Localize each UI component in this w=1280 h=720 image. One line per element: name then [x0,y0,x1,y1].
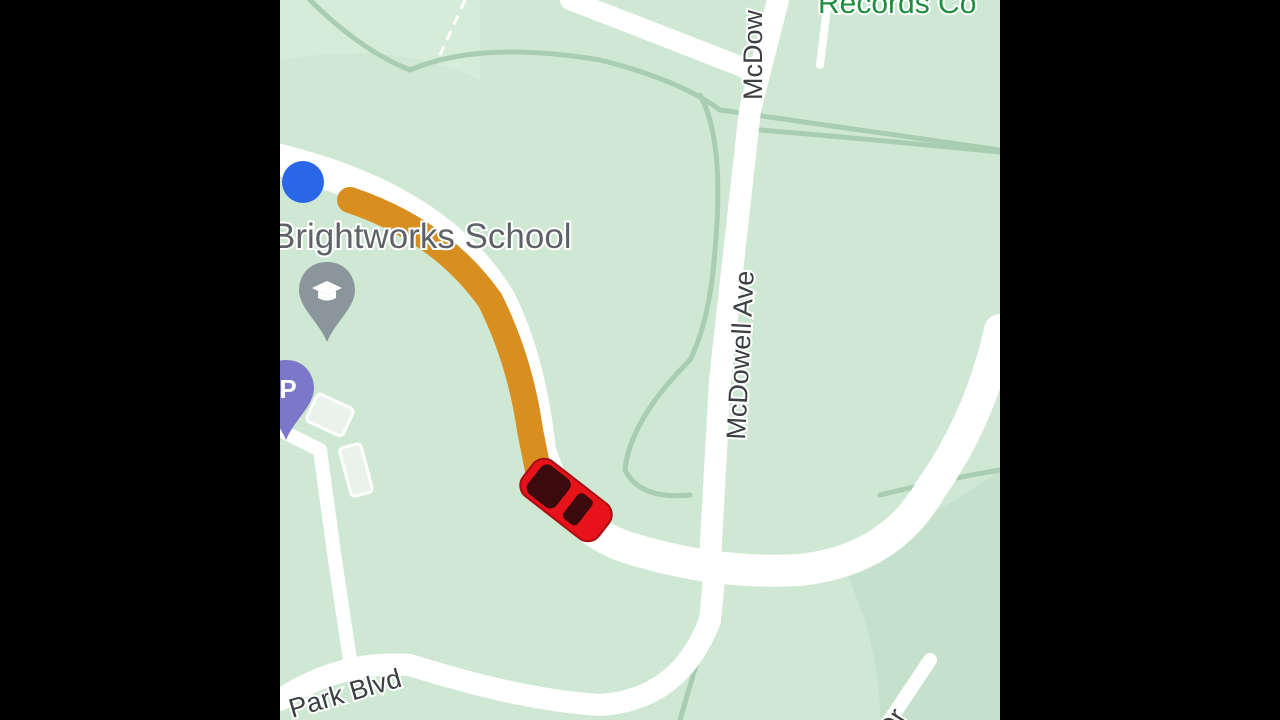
map-view[interactable]: P Brightworks School Records Co McDow Mc… [280,0,1000,720]
svg-text:P: P [280,374,297,404]
place-label-records[interactable]: Records Co [816,0,978,22]
place-label-school[interactable]: Brightworks School [280,215,574,258]
location-dot-icon[interactable] [282,161,324,203]
video-frame: P Brightworks School Records Co McDow Mc… [0,0,1280,720]
road-label-mcdowell-top: McDow [738,9,768,100]
map-canvas[interactable]: P Brightworks School Records Co McDow Mc… [280,0,1000,720]
